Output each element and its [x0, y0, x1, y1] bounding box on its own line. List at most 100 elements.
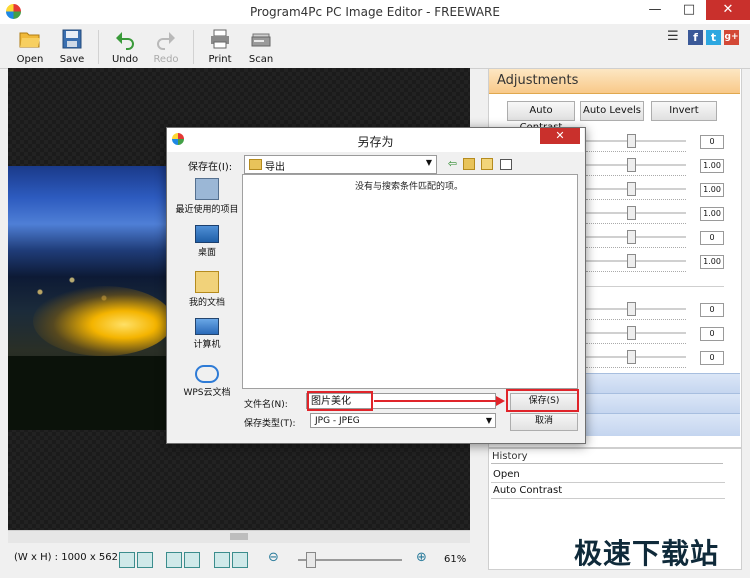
slider-thumb[interactable]	[627, 134, 636, 148]
hue-value[interactable]: 0	[700, 231, 724, 245]
place-label: 桌面	[197, 248, 216, 258]
maximize-button[interactable]: □	[672, 0, 706, 20]
google-plus-icon[interactable]: g+	[724, 30, 739, 45]
actual-size-icon[interactable]	[232, 552, 248, 568]
zoom-percent: 61%	[444, 554, 467, 565]
save-in-dropdown[interactable]: 导出 ▼	[244, 155, 437, 174]
save-button[interactable]: Save	[50, 26, 94, 66]
empty-list-message: 没有与搜索条件匹配的项。	[354, 182, 463, 192]
slider-thumb[interactable]	[627, 158, 636, 172]
open-button[interactable]: Open	[8, 26, 52, 66]
recent-items-icon	[195, 178, 219, 200]
slider-ticks	[586, 149, 686, 152]
night-city-photo	[8, 166, 168, 430]
twitter-icon[interactable]: t	[706, 30, 721, 45]
cloud-icon	[195, 365, 219, 383]
file-list[interactable]	[242, 174, 578, 389]
view-menu-icon[interactable]	[500, 159, 512, 170]
contrast-slider[interactable]	[586, 164, 686, 166]
folder-open-icon	[19, 32, 40, 48]
filename-label: 文件名(N):	[244, 400, 288, 410]
print-button[interactable]: Print	[198, 26, 242, 66]
place-computer[interactable]: 计算机	[171, 318, 243, 350]
foreground-trees	[8, 356, 168, 430]
zoom-slider-thumb[interactable]	[305, 552, 316, 568]
hue-slider[interactable]	[586, 236, 686, 238]
saturation-slider[interactable]	[586, 212, 686, 214]
scan-button[interactable]: Scan	[239, 26, 283, 66]
green-value[interactable]: 0	[700, 327, 724, 341]
filetype-label: 保存类型(T):	[244, 419, 296, 429]
gamma-slider[interactable]	[586, 188, 686, 190]
red-slider[interactable]	[586, 308, 686, 310]
close-button[interactable]: ✕	[706, 0, 750, 20]
adjustments-header[interactable]: Adjustments	[489, 69, 740, 94]
slider-thumb[interactable]	[627, 254, 636, 268]
zoom-out-icon[interactable]: ⊖	[268, 550, 279, 565]
slider-ticks	[586, 221, 686, 224]
dialog-close-button[interactable]: ✕	[540, 128, 580, 144]
brightness-slider[interactable]	[586, 140, 686, 142]
rotate-right-icon[interactable]	[137, 552, 153, 568]
undo-button[interactable]: Undo	[103, 26, 147, 66]
new-folder-icon[interactable]	[481, 158, 493, 170]
redo-button[interactable]: Redo	[144, 26, 188, 66]
slider-thumb[interactable]	[627, 230, 636, 244]
undo-label: Undo	[111, 54, 139, 65]
lightness-value[interactable]: 1.00	[700, 255, 724, 269]
annotation-arrow-line	[374, 400, 498, 402]
slider-ticks	[586, 317, 686, 320]
history-title: History	[492, 451, 528, 462]
filetype-dropdown[interactable]: JPG - JPEG ▼	[310, 413, 496, 428]
gamma-value[interactable]: 1.00	[700, 183, 724, 197]
slider-thumb[interactable]	[627, 326, 636, 340]
contrast-value[interactable]: 1.00	[700, 159, 724, 173]
slider-ticks	[586, 269, 686, 272]
history-item[interactable]: Auto Contrast	[491, 483, 725, 499]
saturation-value[interactable]: 1.00	[700, 207, 724, 221]
place-documents[interactable]: 我的文档	[171, 271, 243, 308]
auto-contrast-button[interactable]: Auto Contrast	[507, 101, 575, 133]
slider-ticks	[586, 197, 686, 200]
section-divider	[586, 286, 724, 287]
toolbar-separator	[193, 30, 194, 64]
brightness-value[interactable]: 0	[700, 135, 724, 149]
redo-label: Redo	[153, 54, 179, 65]
facebook-icon[interactable]: f	[688, 30, 703, 45]
auto-levels-button[interactable]: Auto Levels	[580, 101, 644, 121]
slider-thumb[interactable]	[627, 302, 636, 316]
blue-value[interactable]: 0	[700, 351, 724, 365]
folder-icon	[249, 159, 262, 170]
lightness-slider[interactable]	[586, 260, 686, 262]
flip-horizontal-icon[interactable]	[166, 552, 182, 568]
history-divider	[491, 463, 723, 464]
print-label: Print	[208, 54, 232, 65]
scrollbar-thumb[interactable]	[230, 533, 248, 540]
place-recent[interactable]: 最近使用的项目	[171, 178, 243, 215]
save-label: Save	[59, 54, 85, 65]
place-desktop[interactable]: 桌面	[171, 225, 243, 258]
computer-icon	[195, 318, 219, 335]
place-wps-cloud[interactable]: WPS云文档	[171, 365, 243, 398]
history-item[interactable]: Open	[491, 467, 725, 483]
filename-highlight-box	[307, 391, 373, 411]
menu-list-icon[interactable]: ☰	[667, 30, 680, 43]
red-value[interactable]: 0	[700, 303, 724, 317]
slider-thumb[interactable]	[627, 206, 636, 220]
cancel-button[interactable]: 取消	[510, 413, 578, 431]
zoom-in-icon[interactable]: ⊕	[416, 550, 427, 565]
slider-thumb[interactable]	[627, 350, 636, 364]
minimize-button[interactable]: —	[638, 0, 672, 20]
fit-to-window-icon[interactable]	[214, 552, 230, 568]
slider-thumb[interactable]	[627, 182, 636, 196]
save-in-label: 保存在(I):	[188, 162, 233, 173]
up-folder-icon[interactable]	[463, 158, 475, 170]
slider-ticks	[586, 245, 686, 248]
back-arrow-icon[interactable]: ⇦	[446, 157, 459, 170]
invert-button[interactable]: Invert	[651, 101, 717, 121]
toolbar-separator	[98, 30, 99, 64]
green-slider[interactable]	[586, 332, 686, 334]
rotate-left-icon[interactable]	[119, 552, 135, 568]
flip-vertical-icon[interactable]	[184, 552, 200, 568]
blue-slider[interactable]	[586, 356, 686, 358]
